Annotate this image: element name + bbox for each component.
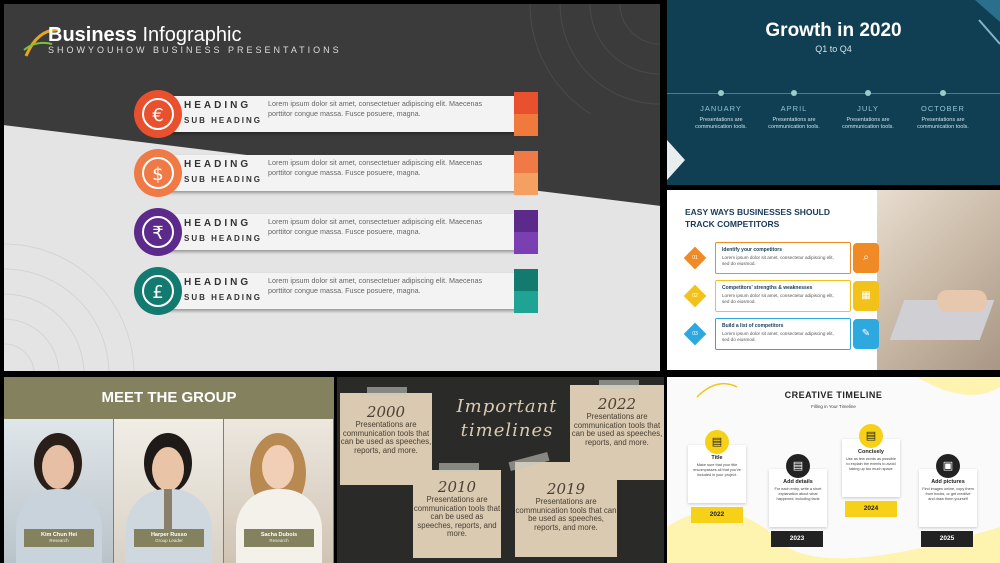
dollar-icon: $ — [142, 157, 174, 189]
row-text: Lorem ipsum dolor sit amet, consectetuer… — [268, 99, 483, 118]
month-description: Presentations are communication tools. — [695, 117, 747, 130]
note-text: Presentations are communication tools th… — [571, 412, 663, 447]
slide-title: Business Infographic — [48, 24, 242, 46]
business-infographic-slide[interactable]: Business Infographic SHOWYOUHOW BUSINESS… — [4, 4, 660, 371]
infographic-row: € HEADING SUB HEADING Lorem ipsum dolor … — [134, 90, 538, 138]
picture-icon: ▣ — [936, 454, 960, 478]
team-member-card: Kim Chun Hei Research — [4, 419, 113, 563]
infographic-row: £ HEADING SUB HEADING Lorem ipsum dolor … — [134, 267, 538, 315]
note-text: Presentations are communication tools th… — [413, 495, 501, 539]
document-icon: ▤ — [786, 454, 810, 478]
row-heading: HEADING — [184, 277, 252, 288]
row-subheading: SUB HEADING — [184, 293, 263, 302]
timeline-note: 2010 Presentations are communication too… — [413, 470, 501, 558]
member-role: Research — [49, 538, 69, 543]
card-text: Find images online, copy them from books… — [922, 487, 974, 501]
document-edit-icon: ✎ — [853, 319, 879, 349]
document-icon: ▤ — [705, 430, 729, 454]
slide-title: Important timelines — [456, 396, 558, 441]
year-badge: 2025 — [921, 531, 973, 547]
row-heading: HEADING — [184, 218, 252, 229]
meet-the-group-slide[interactable]: MEET THE GROUP Kim Chun Hei Research Harp… — [4, 377, 334, 563]
step-text: Lorem ipsum dolor sit amet, consectetur … — [722, 331, 834, 342]
row-subheading: SUB HEADING — [184, 116, 263, 125]
chart-icon: ▦ — [853, 281, 879, 311]
year-badge: 2024 — [845, 501, 897, 517]
card-text: For each entry, write a short explanatio… — [774, 487, 822, 501]
step-text: Lorem ipsum dolor sit amet, consectetur … — [722, 255, 834, 266]
timeline-dot — [718, 90, 724, 96]
note-year: 2000 — [366, 403, 406, 421]
slide-title: Growth in 2020 — [765, 20, 902, 41]
month-label: JANUARY — [700, 104, 742, 113]
month-label: OCTOBER — [921, 104, 965, 113]
step-heading: Identify your competitors — [722, 247, 783, 253]
step-text: Lorem ipsum dolor sit amet, consectetur … — [722, 293, 834, 304]
timeline-note: 2019 Presentations are communication too… — [515, 462, 617, 557]
row-text: Lorem ipsum dolor sit amet, consectetuer… — [268, 158, 483, 177]
member-name: Harper Russo — [150, 532, 188, 538]
magnifier-icon: ⌕ — [853, 243, 879, 273]
competitor-step: 03 Build a list of competitors Lorem ips… — [683, 318, 879, 350]
concentric-circles-decoration — [4, 243, 135, 371]
team-member-card: Sacha Dubois Research — [224, 419, 333, 563]
creative-timeline-slide[interactable]: CREATIVE TIMELINE Filling in Your Timeli… — [667, 377, 1000, 563]
slide-subtitle: Filling in Your Timeline — [811, 404, 856, 409]
row-subheading: SUB HEADING — [184, 175, 263, 184]
member-role: Research — [269, 538, 289, 543]
track-competitors-slide[interactable]: EASY WAYS BUSINESSES SHOULD TRACK COMPET… — [667, 190, 1000, 370]
year-badge: 2023 — [771, 531, 823, 547]
competitor-step: 02 Competitors' strengths & weaknesses L… — [683, 280, 879, 312]
step-heading: Competitors' strengths & weaknesses — [722, 285, 813, 291]
row-heading: HEADING — [184, 159, 252, 170]
card-text: Use as few words as possible to explain … — [845, 457, 896, 471]
slide-title: EASY WAYS BUSINESSES SHOULD TRACK COMPET… — [685, 207, 831, 229]
note-year: 2010 — [437, 478, 477, 496]
team-member-card: Harper Russo Group Leader — [114, 419, 223, 563]
competitor-step: 01 Identify your competitors Lorem ipsum… — [683, 242, 879, 274]
pound-icon: £ — [142, 275, 174, 307]
row-heading: HEADING — [184, 100, 252, 111]
document-icon: ▤ — [859, 424, 883, 448]
timeline-line — [667, 93, 1000, 94]
slide-title: CREATIVE TIMELINE — [784, 390, 883, 400]
member-role: Group Leader — [155, 538, 183, 543]
step-heading: Build a list of competitors — [722, 323, 784, 329]
note-text: Presentations are communication tools th… — [515, 497, 617, 532]
month-description: Presentations are communication tools. — [842, 117, 894, 130]
timeline-dot — [940, 90, 946, 96]
euro-icon: € — [142, 98, 174, 130]
note-text: Presentations are communication tools th… — [340, 420, 432, 455]
important-timelines-slide[interactable]: Important timelines 2000 Presentations a… — [337, 377, 664, 563]
year-badge: 2022 — [691, 507, 743, 523]
note-year: 2019 — [546, 480, 586, 498]
slide-title: MEET THE GROUP — [101, 389, 237, 406]
timeline-dot — [791, 90, 797, 96]
corner-chevron-decoration — [667, 140, 685, 180]
infographic-row: ₹ HEADING SUB HEADING Lorem ipsum dolor … — [134, 208, 538, 256]
slide-subtitle: Q1 to Q4 — [815, 44, 852, 54]
infographic-row: $ HEADING SUB HEADING Lorem ipsum dolor … — [134, 149, 538, 197]
laptop-photo — [877, 190, 1000, 370]
growth-timeline-slide[interactable]: Growth in 2020 Q1 to Q4 JANUARY Presenta… — [667, 0, 1000, 185]
row-subheading: SUB HEADING — [184, 234, 263, 243]
rupee-icon: ₹ — [142, 216, 174, 248]
member-name: Sacha Dubois — [260, 532, 298, 538]
card-text: Make sure that your title encompasses al… — [693, 463, 741, 477]
row-text: Lorem ipsum dolor sit amet, consectetuer… — [268, 217, 483, 236]
member-name: Kim Chun Hei — [40, 532, 78, 538]
timeline-dot — [865, 90, 871, 96]
month-label: APRIL — [780, 104, 808, 113]
month-label: JULY — [857, 104, 879, 113]
slide-subtitle: SHOWYOUHOW BUSINESS PRESENTATIONS — [48, 45, 342, 55]
row-text: Lorem ipsum dolor sit amet, consectetuer… — [268, 276, 483, 295]
month-description: Presentations are communication tools. — [768, 117, 820, 130]
note-year: 2022 — [597, 395, 637, 413]
month-description: Presentations are communication tools. — [917, 117, 969, 130]
